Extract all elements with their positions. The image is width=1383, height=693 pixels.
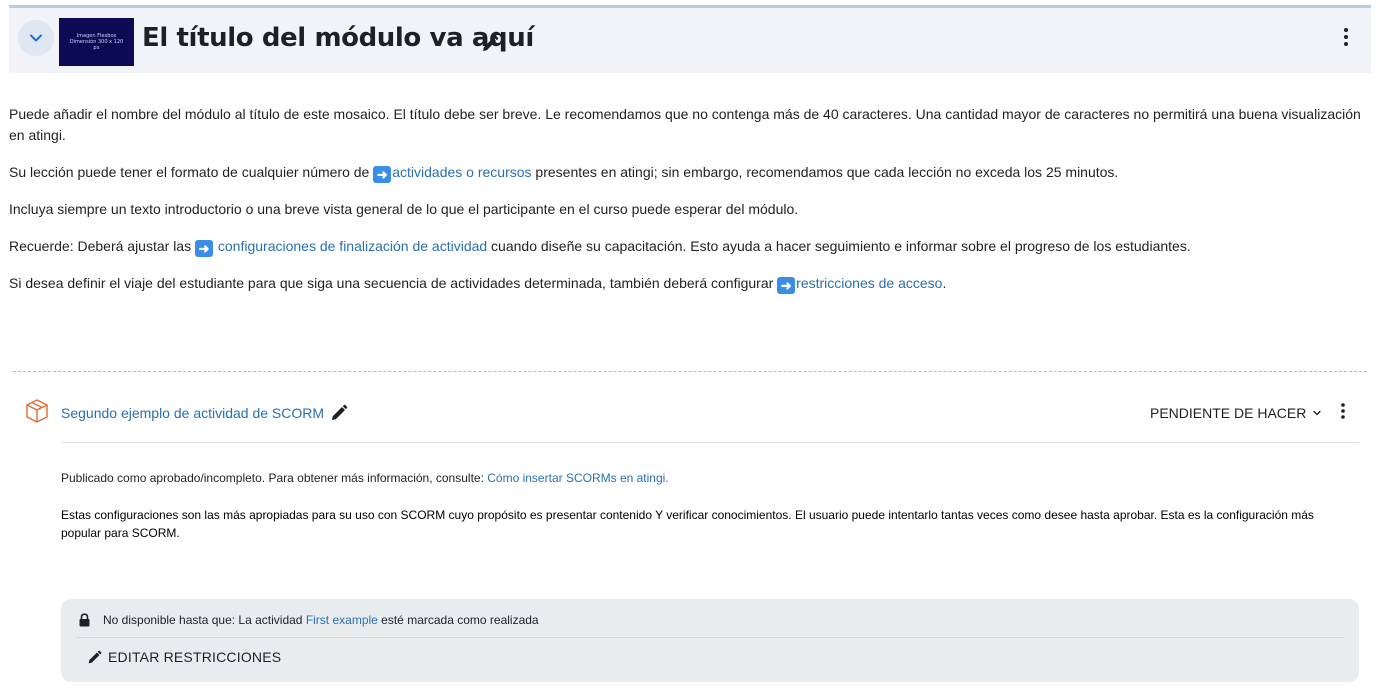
completion-status-dropdown[interactable]: PENDIENTE DE HACER	[1150, 405, 1322, 421]
summary-text: presentes en atingi; sin embargo, recome…	[531, 164, 1119, 180]
section-divider	[13, 371, 1367, 372]
completion-settings-link[interactable]: configuraciones de finalización de activ…	[214, 238, 487, 254]
restriction-text: No disponible hasta que: La actividad Fi…	[103, 613, 539, 627]
edit-restrictions-label: EDITAR RESTRICCIONES	[108, 649, 282, 665]
thumbnail-text: Imagen Flexbox Dimensión 300 x 120 px	[69, 33, 124, 51]
summary-paragraph: Incluya siempre un texto introductorio o…	[9, 201, 799, 217]
summary-text: .	[942, 275, 947, 291]
lock-icon	[79, 613, 90, 627]
activity-title-link[interactable]: Segundo ejemplo de actividad de SCORM	[61, 405, 324, 421]
arrow-right-icon: ➜	[777, 277, 796, 294]
more-options-icon[interactable]	[1338, 26, 1354, 48]
edit-restrictions-button[interactable]: EDITAR RESTRICCIONES	[87, 649, 281, 665]
collapse-section-button[interactable]	[18, 20, 54, 56]
summary-paragraph: Recuerde: Deberá ajustar las ➜ configura…	[9, 236, 1371, 257]
arrow-right-icon: ➜	[373, 166, 392, 183]
chevron-down-icon	[30, 34, 42, 42]
arrow-right-icon: ➜	[195, 240, 213, 257]
access-restrictions-box: No disponible hasta que: La actividad Fi…	[61, 599, 1359, 682]
activity-divider	[61, 442, 1359, 443]
restrictions-divider	[76, 637, 1344, 638]
scorm-help-link[interactable]: Cómo insertar SCORMs en atingi.	[487, 471, 668, 485]
scorm-package-icon	[26, 399, 48, 423]
first-example-link[interactable]: First example	[306, 613, 378, 627]
restriction-text-before: No disponible hasta que: La actividad	[103, 613, 306, 627]
completion-status-label: PENDIENTE DE HACER	[1150, 405, 1307, 421]
pencil-icon[interactable]	[481, 35, 499, 53]
module-thumbnail: Imagen Flexbox Dimensión 300 x 120 px	[59, 18, 134, 66]
summary-text: Recuerde: Deberá ajustar las	[9, 238, 195, 254]
description-text: Publicado como aprobado/incompleto. Para…	[61, 471, 488, 485]
summary-text: cuando diseñe su capacitación. Esto ayud…	[487, 238, 1191, 254]
activities-resources-link[interactable]: actividades o recursos	[392, 164, 531, 180]
pencil-icon[interactable]	[330, 404, 348, 422]
summary-text: Si desea definir el viaje del estudiante…	[9, 275, 778, 291]
more-options-icon[interactable]	[1335, 402, 1351, 420]
module-header: Imagen Flexbox Dimensión 300 x 120 px El…	[9, 5, 1371, 73]
module-title: El título del módulo va aquí	[142, 23, 534, 53]
summary-paragraph: Puede añadir el nombre del módulo al tít…	[9, 106, 1361, 143]
summary-paragraph: Si desea definir el viaje del estudiante…	[9, 273, 1371, 294]
restriction-text-after: esté marcada como realizada	[377, 613, 539, 627]
section-summary: Puede añadir el nombre del módulo al tít…	[9, 104, 1371, 310]
chevron-down-icon	[1313, 410, 1322, 416]
activity-description: Publicado como aprobado/incompleto. Para…	[61, 471, 669, 485]
activity-description-bold: Estas configuraciones son las más apropi…	[61, 508, 1314, 540]
pencil-icon	[88, 650, 102, 663]
access-restrictions-link[interactable]: restricciones de acceso	[796, 275, 942, 291]
summary-paragraph: Su lección puede tener el formato de cua…	[9, 162, 1371, 183]
summary-text: Su lección puede tener el formato de cua…	[9, 164, 374, 180]
